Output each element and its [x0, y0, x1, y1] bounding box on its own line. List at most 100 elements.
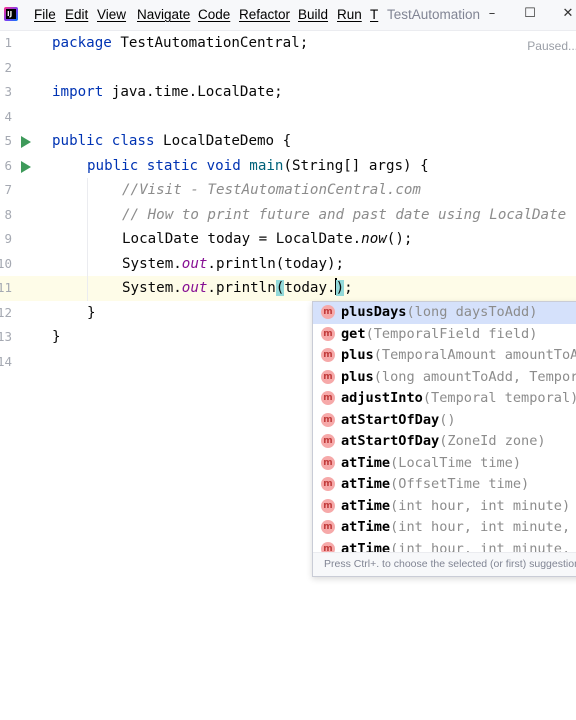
code-line: 7 //Visit - TestAutomationCentral.com	[0, 178, 576, 203]
popup-footer: Press Ctrl+. to choose the selected (or …	[313, 552, 576, 576]
menu-code[interactable]: Code	[198, 7, 230, 22]
code-token: System.	[122, 255, 182, 272]
suggestion-item[interactable]: m atTime(OffsetTime time)	[313, 474, 576, 496]
method-icon: m	[321, 348, 335, 362]
method-name: main	[249, 157, 284, 174]
completion-hint: Press Ctrl+. to choose the selected (or …	[324, 558, 576, 570]
suggestion-name: adjustInto	[341, 390, 423, 406]
suggestion-params: (LocalTime time)	[390, 454, 522, 471]
menu-view[interactable]: View	[97, 7, 126, 22]
menu-file[interactable]: File	[34, 7, 56, 22]
suggestion-name: get	[341, 325, 366, 342]
code-line: 6 public static void main(String[] args)…	[0, 154, 576, 179]
suggestion-name: plus	[341, 368, 374, 385]
current-code-line: 11 System.out.println(today.);	[0, 276, 576, 301]
menu-tools[interactable]: T	[370, 7, 378, 22]
run-gutter-icon[interactable]	[21, 160, 31, 173]
suggestion-item[interactable]: mplus(TemporalAmount amountToAdd)	[313, 345, 576, 367]
code-token: .println	[207, 280, 276, 296]
maximize-button[interactable]: ☐	[510, 0, 550, 30]
keyword: package	[52, 35, 112, 51]
method-icon: m	[321, 305, 335, 319]
static-method: now	[361, 231, 387, 247]
window-title: TestAutomation	[387, 7, 481, 22]
code-token: }	[52, 329, 61, 345]
suggestion-item[interactable]: m plusDays(long daysToAdd)	[313, 302, 576, 324]
suggestion-item[interactable]: m atStartOfDay(ZoneId zone)	[313, 431, 576, 453]
line-number: 7	[4, 182, 12, 197]
method-icon: m	[321, 412, 335, 427]
menu-navigate[interactable]: Navigate	[137, 7, 190, 22]
code-token: java.time.LocalDate;	[103, 84, 283, 100]
code-text: }	[52, 325, 61, 350]
code-text: System.out.println(today.);	[122, 276, 353, 301]
suggestion-params: (OffsetTime time)	[390, 476, 530, 492]
line-number: 10	[0, 255, 12, 271]
line-number: 14	[0, 353, 12, 369]
close-button[interactable]: ✕	[548, 0, 576, 30]
code-token: ;	[344, 280, 353, 296]
suggestion-name: atTime	[341, 476, 391, 492]
title-bar: IJ File Edit View Navigate Code Refactor…	[0, 0, 576, 31]
suggestion-name: plus	[341, 347, 374, 363]
line-number: 13	[0, 329, 12, 344]
indent-guide	[87, 202, 88, 227]
indent-guide	[87, 276, 88, 301]
code-token: LocalDate today = LocalDate.	[122, 231, 362, 247]
code-text: LocalDate today = LocalDate.now();	[122, 227, 412, 252]
line-number: 3	[4, 84, 12, 99]
keyword: void	[198, 157, 250, 174]
matched-paren: )	[335, 280, 345, 296]
suggestion-params: (long amountToAdd, TemporalUnit unit)	[373, 368, 576, 385]
keyword: public static	[87, 157, 199, 174]
suggestion-item[interactable]: mplus(long amountToAdd, TemporalUnit uni…	[313, 367, 576, 389]
menu-run[interactable]: Run	[337, 7, 362, 22]
comment: // How to print future and past date usi…	[122, 206, 567, 223]
suggestion-name: atTime	[341, 519, 391, 535]
method-icon: m	[321, 455, 335, 470]
suggestion-params: (ZoneId zone)	[439, 433, 546, 449]
suggestion-params: (int hour, int minute, int second, int n…	[390, 540, 576, 553]
code-token: .println(today);	[207, 255, 345, 272]
method-icon: m	[321, 477, 335, 491]
suggestion-item[interactable]: m adjustInto(Temporal temporal)	[313, 388, 576, 410]
method-icon: m	[321, 520, 335, 534]
suggestion-params: (long daysToAdd)	[406, 304, 538, 320]
suggestion-item[interactable]: m atTime(LocalTime time)	[313, 453, 576, 475]
suggestion-params: (int hour, int minute)	[390, 497, 571, 514]
suggestion-item[interactable]: matTime(int hour, int minute, int second…	[313, 517, 576, 539]
logo-text: IJ	[6, 9, 16, 19]
suggestion-name: atStartOfDay	[341, 433, 440, 449]
code-text: import java.time.LocalDate;	[52, 80, 283, 105]
line-number: 8	[4, 206, 12, 222]
method-icon: m	[321, 391, 335, 405]
line-number: 5	[4, 133, 12, 148]
line-number: 9	[4, 231, 12, 246]
menu-edit[interactable]: Edit	[65, 7, 88, 22]
indent-guide	[87, 227, 88, 252]
line-number: 4	[4, 108, 12, 124]
method-icon: m	[321, 541, 335, 552]
code-line: 5 public class LocalDateDemo {	[0, 129, 576, 154]
suggestion-item[interactable]: m get(TemporalField field)	[313, 324, 576, 346]
suggestion-item[interactable]: matTime(int hour, int minute, int second…	[313, 539, 576, 553]
static-field: out	[181, 280, 208, 296]
menu-refactor[interactable]: Refactor	[239, 7, 290, 22]
code-text: }	[87, 301, 96, 326]
intellij-logo-icon[interactable]: IJ	[4, 7, 18, 21]
suggestion-item[interactable]: m atTime(int hour, int minute)	[313, 496, 576, 518]
code-token: today.	[284, 280, 336, 296]
suggestion-params: (TemporalField field)	[365, 325, 538, 342]
minimize-button[interactable]: –	[472, 0, 512, 30]
suggestion-name: atTime	[341, 454, 391, 471]
code-token: System.	[122, 280, 182, 296]
code-line: 9 LocalDate today = LocalDate.now();	[0, 227, 576, 252]
indent-guide	[87, 178, 88, 203]
menu-build[interactable]: Build	[298, 7, 328, 22]
suggestion-name: atStartOfDay	[341, 411, 440, 428]
suggestion-item[interactable]: m atStartOfDay()	[313, 410, 576, 432]
static-field: out	[181, 255, 208, 272]
suggestion-list[interactable]: m plusDays(long daysToAdd) m get(TemporalF…	[313, 302, 576, 552]
line-number: 6	[4, 157, 12, 173]
run-gutter-icon[interactable]	[21, 136, 31, 148]
